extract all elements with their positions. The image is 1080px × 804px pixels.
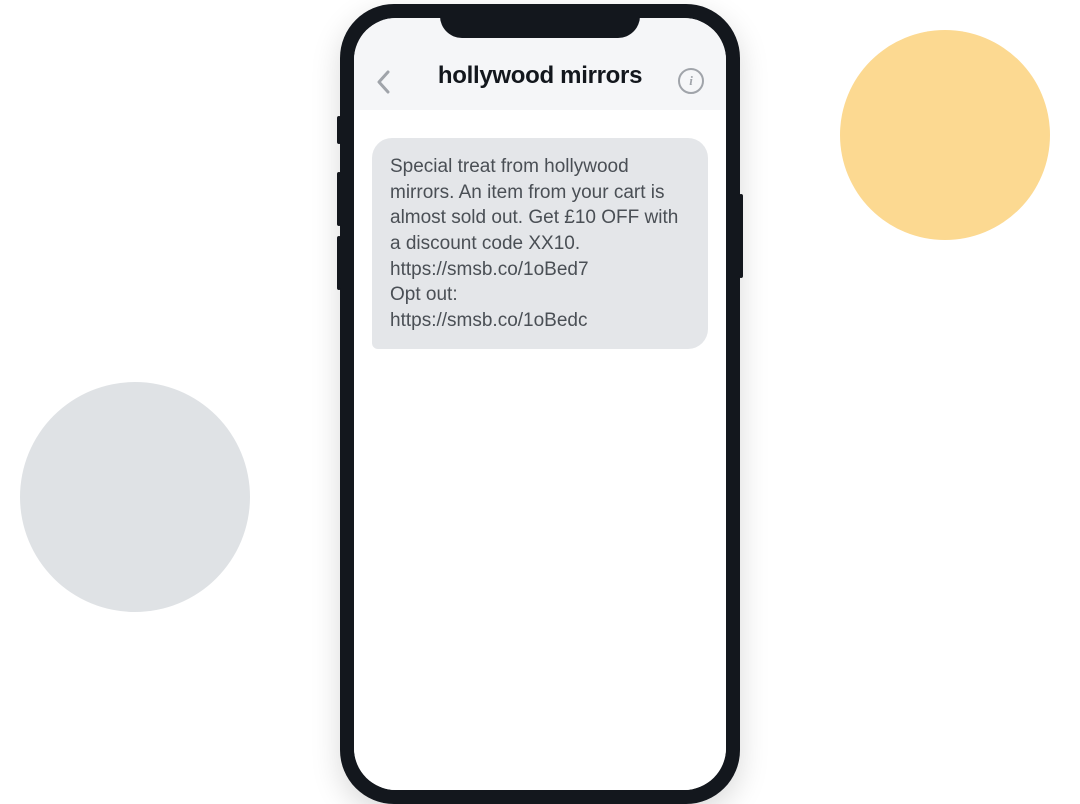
phone-screen: hollywood mirrors i Special treat from h… — [354, 18, 726, 790]
chevron-left-icon — [376, 70, 390, 94]
chat-area: Special treat from hollywood mirrors. An… — [354, 110, 726, 790]
back-button[interactable] — [376, 70, 390, 94]
conversation-title: hollywood mirrors — [438, 62, 642, 90]
incoming-message-row: Special treat from hollywood mirrors. An… — [372, 138, 708, 349]
decorative-circle-yellow — [840, 30, 1050, 240]
phone-volume-down — [337, 236, 341, 290]
phone-power-button — [739, 194, 743, 278]
phone-silence-switch — [337, 116, 341, 144]
phone-volume-up — [337, 172, 341, 226]
phone-frame: hollywood mirrors i Special treat from h… — [340, 4, 740, 804]
message-bubble[interactable]: Special treat from hollywood mirrors. An… — [372, 138, 708, 349]
info-button[interactable]: i — [678, 68, 704, 94]
info-icon: i — [689, 73, 693, 89]
decorative-circle-grey — [20, 382, 250, 612]
messages-header: hollywood mirrors i — [354, 18, 726, 110]
